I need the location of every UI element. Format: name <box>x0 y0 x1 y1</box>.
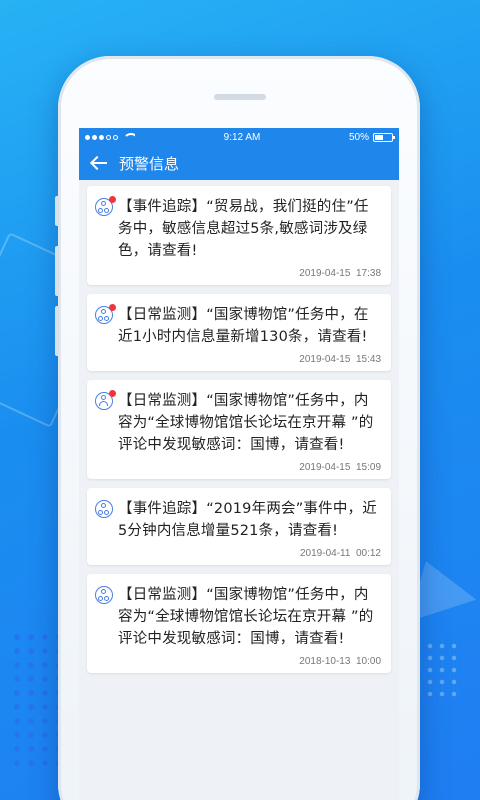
phone-speaker <box>214 94 266 100</box>
phone-side-button <box>55 196 59 226</box>
page-title: 预警信息 <box>119 154 180 173</box>
phone-side-button <box>55 246 59 296</box>
nav-bar: 预警信息 <box>79 146 399 180</box>
alert-list: 【事件追踪】“贸易战，我们挺的住”任务中，敏感信息超过5条,敏感词涉及绿色，请查… <box>79 180 399 688</box>
phone-frame: 9:12 AM 50% 预警信息 【事件追踪】“贸易战，我们挺的住”任务中，敏感… <box>55 56 420 800</box>
unread-badge <box>109 196 116 203</box>
monitor-task-icon <box>95 500 113 518</box>
alert-message: 【日常监测】“国家博物馆”任务中，内容为“全球博物馆馆长论坛在京开幕 ”的评论中… <box>118 393 374 453</box>
alert-message: 【事件追踪】“贸易战，我们挺的住”任务中，敏感信息超过5条,敏感词涉及绿色，请查… <box>118 199 369 259</box>
monitor-task-icon <box>95 586 113 604</box>
battery-percent: 50% <box>348 131 369 143</box>
alert-timestamp: 2018-10-13 10:00 <box>299 656 381 667</box>
alert-message: 【事件追踪】“2019年两会”事件中，近5分钟内信息增量521条，请查看! <box>118 501 377 539</box>
back-arrow-icon[interactable] <box>89 153 109 173</box>
alert-timestamp: 2019-04-15 17:38 <box>299 268 381 279</box>
alert-card[interactable]: 【事件追踪】“贸易战，我们挺的住”任务中，敏感信息超过5条,敏感词涉及绿色，请查… <box>87 186 391 285</box>
signal-icon <box>85 133 135 141</box>
alert-message: 【日常监测】“国家博物馆”任务中，在近1小时内信息量新增130条，请查看! <box>118 307 369 345</box>
unread-badge <box>109 390 116 397</box>
wifi-icon <box>123 133 135 141</box>
alert-card[interactable]: 【日常监测】“国家博物馆”任务中，在近1小时内信息量新增130条，请查看! 201… <box>87 294 391 371</box>
monitor-task-icon <box>95 196 116 216</box>
alert-card[interactable]: 【事件追踪】“2019年两会”事件中，近5分钟内信息增量521条，请查看! 201… <box>87 488 391 565</box>
unread-badge <box>109 304 116 311</box>
alert-timestamp: 2019-04-15 15:43 <box>299 354 381 365</box>
screen: 9:12 AM 50% 预警信息 【事件追踪】“贸易战，我们挺的住”任务中，敏感… <box>79 128 399 800</box>
alert-card[interactable]: 【日常监测】“国家博物馆”任务中，内容为“全球博物馆馆长论坛在京开幕 ”的评论中… <box>87 380 391 479</box>
phone-side-button <box>55 306 59 356</box>
alert-card[interactable]: 【日常监测】“国家博物馆”任务中，内容为“全球博物馆馆长论坛在京开幕 ”的评论中… <box>87 574 391 673</box>
alert-timestamp: 2019-04-11 00:12 <box>300 548 381 559</box>
alert-timestamp: 2019-04-15 15:09 <box>299 462 381 473</box>
alert-message: 【日常监测】“国家博物馆”任务中，内容为“全球博物馆馆长论坛在京开幕 ”的评论中… <box>118 587 374 647</box>
user-task-icon <box>95 390 116 410</box>
status-bar: 9:12 AM 50% <box>79 128 399 146</box>
status-time: 9:12 AM <box>223 131 261 143</box>
battery-icon <box>373 132 395 142</box>
monitor-task-icon <box>95 304 116 324</box>
